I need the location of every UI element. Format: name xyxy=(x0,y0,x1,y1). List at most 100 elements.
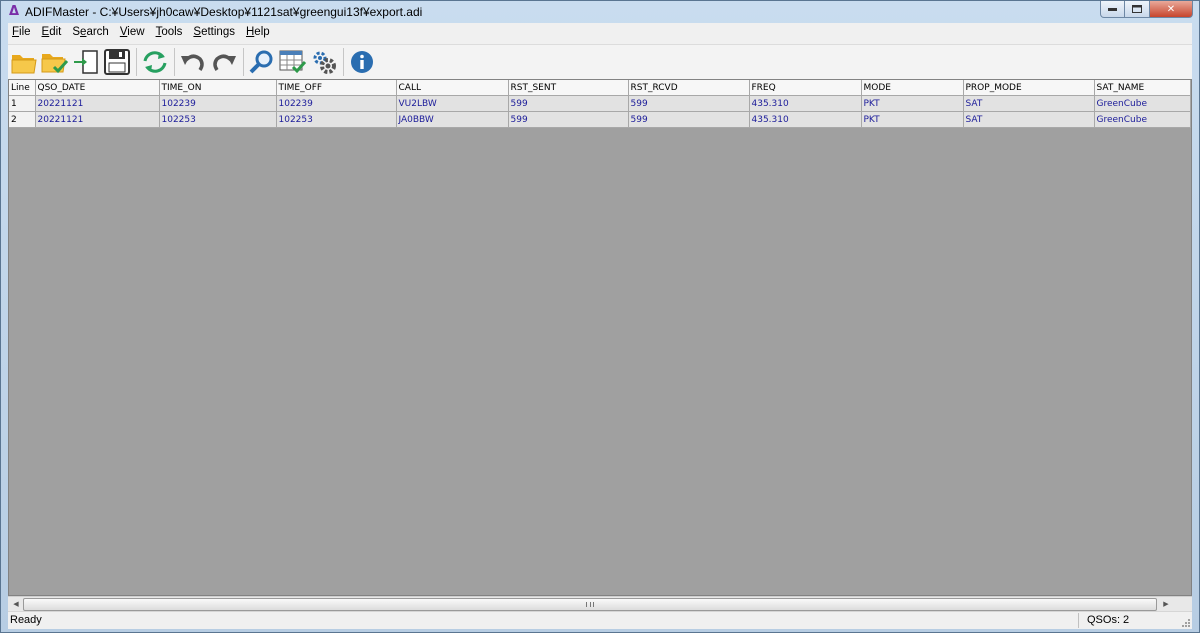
row-line-number[interactable]: 2 xyxy=(9,111,36,128)
cell-rst-rcvd[interactable]: 599 xyxy=(628,111,750,128)
scroll-left-icon[interactable]: ◀ xyxy=(9,598,23,610)
client-area: File Edit Search View Tools Settings Hel… xyxy=(8,23,1192,629)
table-row[interactable]: 1 20221121 102239 102239 VU2LBW 599 599 … xyxy=(9,95,1191,112)
cell-time-off[interactable]: 102253 xyxy=(276,111,397,128)
table-check-icon xyxy=(279,50,307,74)
resize-grip-icon[interactable] xyxy=(1181,618,1191,628)
toolbar xyxy=(8,44,1192,80)
maximize-button[interactable] xyxy=(1125,1,1150,18)
row-line-number[interactable]: 1 xyxy=(9,95,36,112)
col-header-prop-mode[interactable]: PROP_MODE xyxy=(963,80,1095,96)
menu-view[interactable]: View xyxy=(116,23,152,43)
cell-freq[interactable]: 435.310 xyxy=(749,95,862,112)
menu-tools-label: ools xyxy=(161,26,183,38)
close-button[interactable]: ✕ xyxy=(1150,1,1193,18)
cell-time-on[interactable]: 102253 xyxy=(159,111,277,128)
menu-help-label: elp xyxy=(254,26,270,38)
cell-time-on[interactable]: 102239 xyxy=(159,95,277,112)
horizontal-scrollbar[interactable]: ◀ ▶ xyxy=(8,596,1192,611)
cell-rst-rcvd[interactable]: 599 xyxy=(628,95,750,112)
toolbar-separator xyxy=(343,48,344,76)
menu-file[interactable]: File xyxy=(8,23,38,43)
settings-button[interactable] xyxy=(309,47,339,77)
cell-rst-sent[interactable]: 599 xyxy=(508,111,629,128)
cell-freq[interactable]: 435.310 xyxy=(749,111,862,128)
col-header-sat-name[interactable]: SAT_NAME xyxy=(1094,80,1191,96)
cell-mode[interactable]: PKT xyxy=(861,95,964,112)
open-button[interactable] xyxy=(9,47,39,77)
qso-table: Line QSO_DATE TIME_ON TIME_OFF CALL RST_… xyxy=(9,80,1191,128)
redo-button[interactable] xyxy=(209,47,239,77)
col-header-mode[interactable]: MODE xyxy=(861,80,964,96)
title-bar[interactable]: Δ ADIFMaster - C:¥Users¥jh0caw¥Desktop¥1… xyxy=(1,1,1199,23)
import-icon xyxy=(74,50,98,74)
undo-icon xyxy=(181,54,204,71)
menu-file-label: ile xyxy=(19,26,31,38)
app-window: Δ ADIFMaster - C:¥Users¥jh0caw¥Desktop¥1… xyxy=(0,0,1200,633)
refresh-button[interactable] xyxy=(140,47,170,77)
menu-settings[interactable]: Settings xyxy=(189,23,242,43)
header-row: Line QSO_DATE TIME_ON TIME_OFF CALL RST_… xyxy=(9,80,1191,96)
about-button[interactable] xyxy=(347,47,377,77)
info-icon xyxy=(351,51,373,73)
menu-settings-accel: S xyxy=(193,26,202,38)
search-button[interactable] xyxy=(247,47,277,77)
open-verify-folder-icon xyxy=(41,54,69,74)
cell-time-off[interactable]: 102239 xyxy=(276,95,397,112)
menu-help[interactable]: Help xyxy=(242,23,277,43)
close-icon: ✕ xyxy=(1166,3,1176,15)
menu-settings-label: ettings xyxy=(201,26,235,38)
refresh-icon xyxy=(143,51,167,73)
menu-search-pre: S xyxy=(72,26,81,38)
cell-call[interactable]: VU2LBW xyxy=(396,95,509,112)
menu-view-label: iew xyxy=(127,26,145,38)
col-header-time-off[interactable]: TIME_OFF xyxy=(276,80,397,96)
col-header-line[interactable]: Line xyxy=(9,80,36,96)
settings-gears-icon xyxy=(313,51,336,74)
table-row[interactable]: 2 20221121 102253 102253 JA0BBW 599 599 … xyxy=(9,111,1191,128)
cell-prop-mode[interactable]: SAT xyxy=(963,111,1095,128)
cell-sat-name[interactable]: GreenCube xyxy=(1094,95,1191,112)
menu-bar: File Edit Search View Tools Settings Hel… xyxy=(8,23,1192,43)
import-button[interactable] xyxy=(71,47,101,77)
redo-icon xyxy=(213,54,236,71)
qso-grid[interactable]: Line QSO_DATE TIME_ON TIME_OFF CALL RST_… xyxy=(8,79,1192,596)
caption-buttons: ✕ xyxy=(1100,1,1193,18)
restore-icon xyxy=(1132,5,1142,13)
undo-button[interactable] xyxy=(178,47,208,77)
status-text: Ready xyxy=(10,614,42,626)
col-header-freq[interactable]: FREQ xyxy=(749,80,862,96)
toolbar-separator xyxy=(136,48,137,76)
cell-qso-date[interactable]: 20221121 xyxy=(35,111,160,128)
col-header-qso-date[interactable]: QSO_DATE xyxy=(35,80,160,96)
window-title: ADIFMaster - C:¥Users¥jh0caw¥Desktop¥112… xyxy=(25,5,423,19)
save-icon xyxy=(104,49,130,75)
cell-rst-sent[interactable]: 599 xyxy=(508,95,629,112)
open-folder-icon xyxy=(11,55,37,74)
col-header-call[interactable]: CALL xyxy=(396,80,509,96)
status-bar: Ready QSOs: 2 xyxy=(8,611,1192,629)
table-check-button[interactable] xyxy=(278,47,308,77)
scrollbar-thumb[interactable] xyxy=(23,598,1157,611)
cell-call[interactable]: JA0BBW xyxy=(396,111,509,128)
cell-prop-mode[interactable]: SAT xyxy=(963,95,1095,112)
cell-sat-name[interactable]: GreenCube xyxy=(1094,111,1191,128)
minimize-button[interactable] xyxy=(1100,1,1125,18)
col-header-rst-rcvd[interactable]: RST_RCVD xyxy=(628,80,750,96)
menu-edit[interactable]: Edit xyxy=(38,23,69,43)
scroll-right-icon[interactable]: ▶ xyxy=(1159,598,1173,610)
menu-search-label: arch xyxy=(86,26,109,38)
cell-qso-date[interactable]: 20221121 xyxy=(35,95,160,112)
menu-file-accel: F xyxy=(12,26,20,38)
menu-tools[interactable]: Tools xyxy=(152,23,190,43)
menu-search[interactable]: Search xyxy=(68,23,115,43)
toolbar-separator xyxy=(243,48,244,76)
toolbar-separator xyxy=(174,48,175,76)
open-verify-button[interactable] xyxy=(40,47,70,77)
col-header-rst-sent[interactable]: RST_SENT xyxy=(508,80,629,96)
col-header-time-on[interactable]: TIME_ON xyxy=(159,80,277,96)
save-button[interactable] xyxy=(102,47,132,77)
cell-mode[interactable]: PKT xyxy=(861,111,964,128)
search-icon xyxy=(249,50,273,74)
adifmaster-logo-icon: Δ xyxy=(8,4,20,19)
